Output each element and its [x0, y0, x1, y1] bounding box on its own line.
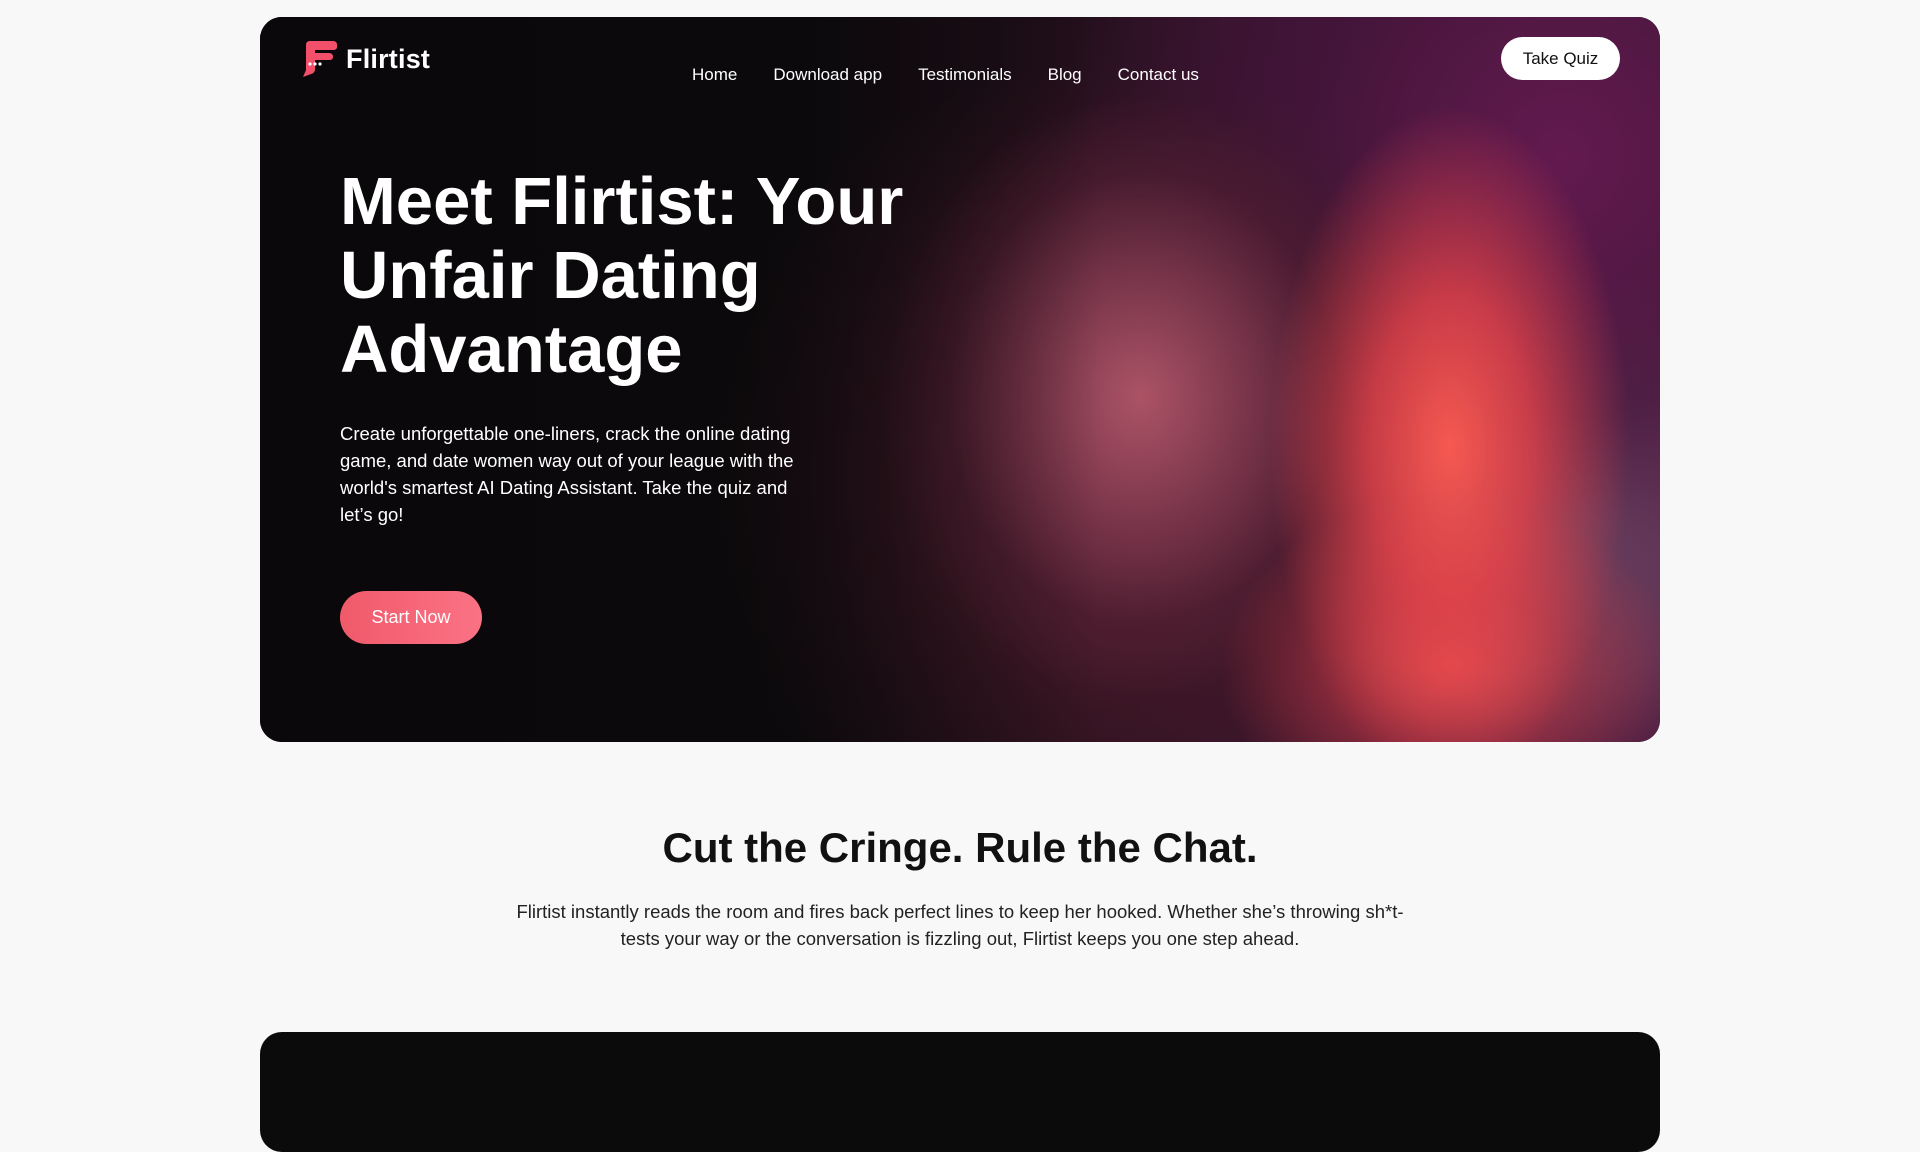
brand-name: Flirtist — [346, 43, 431, 74]
nav-link-testimonials[interactable]: Testimonials — [918, 65, 1012, 85]
feature-description: Flirtist instantly reads the room and fi… — [516, 901, 1404, 949]
nav-link-download-app[interactable]: Download app — [773, 65, 882, 85]
start-now-button[interactable]: Start Now — [340, 591, 482, 644]
hero-description: Create unforgettable one-liners, crack t… — [340, 423, 794, 525]
hero-section: Flirtist Home Download app Testimonials … — [260, 17, 1660, 742]
next-section-panel — [260, 1032, 1660, 1152]
take-quiz-button[interactable]: Take Quiz — [1501, 37, 1620, 80]
feature-title: Cut the Cringe. Rule the Chat. — [662, 824, 1258, 871]
nav-link-contact-us[interactable]: Contact us — [1118, 65, 1199, 85]
nav-link-home[interactable]: Home — [692, 65, 737, 85]
main-nav: Home Download app Testimonials Blog Cont… — [692, 65, 1199, 85]
brand-logo[interactable]: Flirtist — [299, 39, 430, 79]
flirtist-logo-icon — [303, 41, 337, 77]
nav-link-blog[interactable]: Blog — [1048, 65, 1082, 85]
hero-title: Meet Flirtist: Your Unfair Dating Advant… — [340, 164, 904, 387]
